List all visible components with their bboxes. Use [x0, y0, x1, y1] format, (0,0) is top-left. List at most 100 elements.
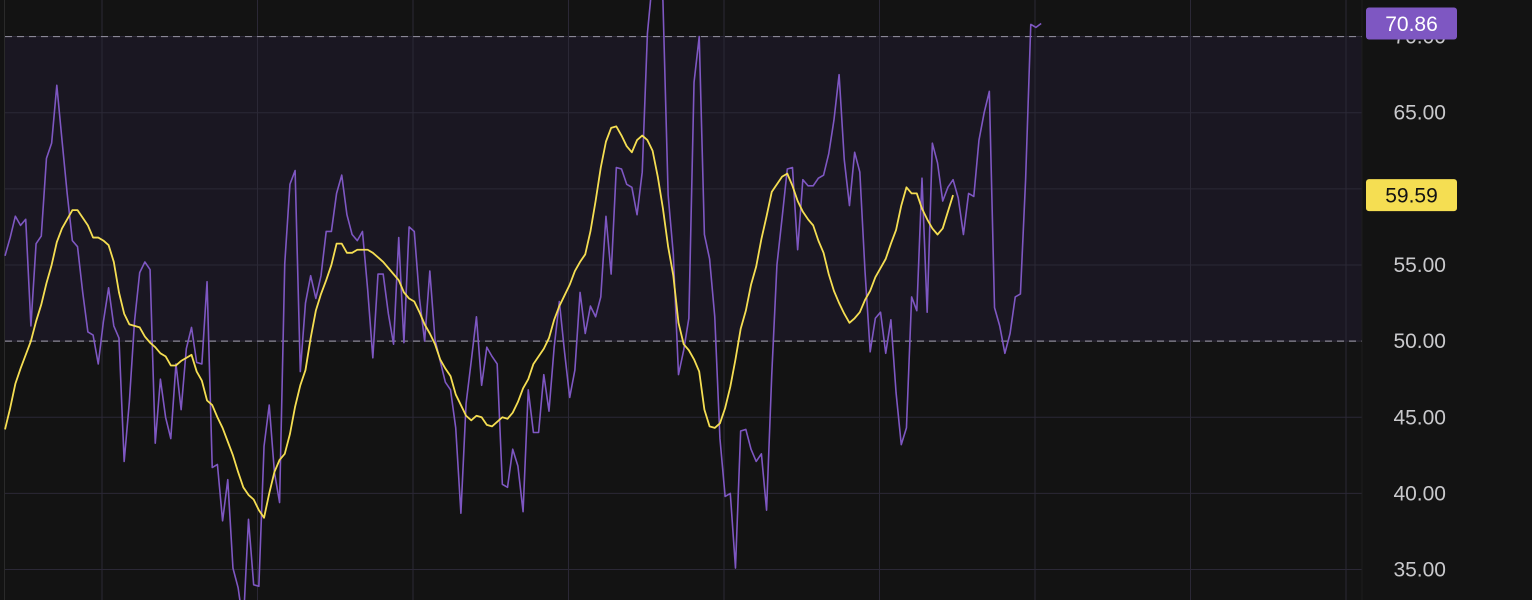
- series-1-point-101: [528, 379, 529, 380]
- series-1-point-26: [139, 327, 140, 328]
- series-0-point-118: [616, 167, 617, 168]
- series-0-point-161: [839, 74, 840, 75]
- series-1-point-85: [445, 368, 446, 369]
- series-1-point-7: [41, 304, 42, 305]
- series-0-point-172: [895, 392, 896, 393]
- series-0-point-115: [600, 296, 601, 297]
- series-0-point-146: [761, 453, 762, 454]
- series-1-point-45: [238, 471, 239, 472]
- series-0-point-173: [901, 444, 902, 445]
- series-0-point-54: [284, 263, 285, 264]
- series-1-point-159: [828, 274, 829, 275]
- series-1-point-162: [844, 313, 845, 314]
- series-0-point-76: [398, 237, 399, 238]
- series-0-point-49: [258, 586, 259, 587]
- series-1-point-118: [616, 126, 617, 127]
- series-1-point-179: [932, 228, 933, 229]
- series-0-point-198: [1030, 24, 1031, 25]
- series-1-point-144: [750, 284, 751, 285]
- series-1-point-174: [906, 187, 907, 188]
- series-1-point-124: [647, 140, 648, 141]
- series-1-point-128: [668, 246, 669, 247]
- series-0-point-170: [885, 353, 886, 354]
- badge-label-1: 59.59: [1385, 185, 1438, 208]
- series-0-point-23: [124, 461, 125, 462]
- series-0-point-112: [585, 333, 586, 334]
- series-1-point-127: [662, 208, 663, 209]
- series-0-point-60: [315, 298, 316, 299]
- series-0-point-137: [714, 316, 715, 317]
- series-1-point-87: [455, 394, 456, 395]
- series-0-point-44: [232, 567, 233, 568]
- series-1-point-43: [227, 441, 228, 442]
- series-0-point-179: [932, 143, 933, 144]
- series-0-point-140: [730, 493, 731, 494]
- series-1-point-70: [367, 249, 368, 250]
- series-0-point-194: [1009, 333, 1010, 334]
- series-1-point-74: [388, 267, 389, 268]
- series-1-point-13: [72, 210, 73, 211]
- series-0-point-0: [4, 255, 5, 256]
- series-1-point-122: [636, 140, 637, 141]
- series-0-point-70: [367, 289, 368, 290]
- series-1-point-61: [320, 293, 321, 294]
- series-0-point-77: [403, 342, 404, 343]
- series-0-point-134: [699, 36, 700, 37]
- series-0-point-32: [170, 438, 171, 439]
- series-1-point-113: [590, 231, 591, 232]
- series-1-point-155: [807, 219, 808, 220]
- rsi-chart[interactable]: 35.0040.0045.0050.0055.0060.0065.0070.00…: [0, 0, 1532, 600]
- series-0-point-13: [72, 240, 73, 241]
- series-0-point-180: [937, 162, 938, 163]
- series-0-point-155: [807, 185, 808, 186]
- series-0-point-15: [82, 292, 83, 293]
- series-1-point-37: [196, 371, 197, 372]
- series-1-point-72: [377, 257, 378, 258]
- series-0-point-35: [186, 348, 187, 349]
- series-1-point-1: [10, 408, 11, 409]
- series-1-point-139: [725, 408, 726, 409]
- y-tick-label-3: 50.00: [1393, 330, 1446, 353]
- series-0-point-65: [341, 175, 342, 176]
- chart-canvas[interactable]: 35.0040.0045.0050.0055.0060.0065.0070.00…: [0, 0, 1532, 600]
- series-0-point-163: [849, 205, 850, 206]
- series-1-point-30: [160, 353, 161, 354]
- series-0-point-175: [911, 296, 912, 297]
- series-0-point-159: [828, 153, 829, 154]
- series-1-point-28: [149, 342, 150, 343]
- series-1-point-50: [263, 517, 264, 518]
- series-1-point-53: [279, 459, 280, 460]
- series-1-point-183: [952, 194, 953, 195]
- series-0-point-185: [963, 234, 964, 235]
- series-0-point-86: [450, 389, 451, 390]
- series-1-point-165: [859, 312, 860, 313]
- series-0-point-81: [424, 341, 425, 342]
- series-1-point-160: [833, 290, 834, 291]
- y-tick-label-1: 40.00: [1393, 482, 1446, 505]
- series-0-point-127: [662, 1, 663, 2]
- series-0-point-184: [958, 197, 959, 198]
- series-0-point-19: [103, 321, 104, 322]
- series-1-point-177: [921, 208, 922, 209]
- series-1-point-16: [87, 225, 88, 226]
- series-0-point-97: [507, 487, 508, 488]
- series-1-point-94: [491, 426, 492, 427]
- series-0-point-169: [880, 312, 881, 313]
- price-axis[interactable]: 35.0040.0045.0050.0055.0060.0065.0070.00: [1361, 0, 1532, 600]
- series-0-point-43: [227, 479, 228, 480]
- series-1-point-20: [108, 245, 109, 246]
- series-1-point-64: [336, 243, 337, 244]
- series-1-point-98: [512, 412, 513, 413]
- series-0-point-57: [300, 371, 301, 372]
- series-0-point-3: [20, 225, 21, 226]
- series-0-point-139: [725, 496, 726, 497]
- series-0-point-63: [331, 231, 332, 232]
- series-0-point-59: [310, 275, 311, 276]
- series-1-point-149: [776, 184, 777, 185]
- series-0-point-62: [326, 231, 327, 232]
- series-1-point-121: [631, 152, 632, 153]
- series-0-point-147: [766, 510, 767, 511]
- series-0-point-93: [486, 347, 487, 348]
- series-0-point-55: [289, 184, 290, 185]
- series-0-point-38: [201, 363, 202, 364]
